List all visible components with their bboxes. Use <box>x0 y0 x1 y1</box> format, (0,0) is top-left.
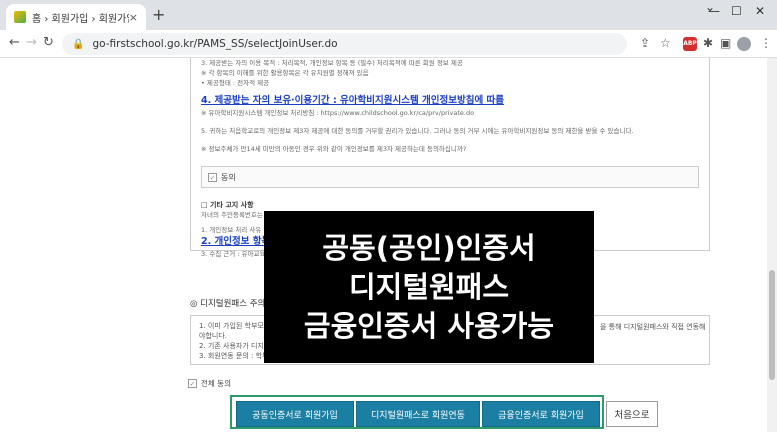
new-tab-button[interactable]: + <box>152 5 165 24</box>
all-agree-row[interactable]: ✓ 전체 동의 <box>188 378 231 389</box>
overlay-line: 공동(공인)인증서 <box>322 230 536 265</box>
section4-title: 4. 제공받는 자의 보유·이용기간 : 유아학비지원시스템 개인정보방침에 따… <box>201 95 504 106</box>
promo-overlay: 공동(공인)인증서 디지털원패스 금융인증서 사용가능 <box>264 211 594 363</box>
bookmark-star-icon[interactable]: ☆ <box>660 36 671 50</box>
close-window-button[interactable]: ✕ <box>755 4 765 18</box>
browser-tab[interactable]: 홈 › 회원가입 › 회원가입 × <box>6 4 146 30</box>
side-panel-icon[interactable]: ▣ <box>720 36 731 50</box>
agree-checkbox[interactable]: ✓ <box>208 172 217 182</box>
privacy-policy-link[interactable]: ※ 유아학비지원시스템 개인정보 처리방침 : https://www.chil… <box>201 108 699 118</box>
consent-text-line: • 제공형태 : 전자적 제공 <box>201 79 270 87</box>
all-agree-label: 전체 동의 <box>201 379 231 388</box>
profile-avatar[interactable] <box>737 37 751 51</box>
site-favicon-icon <box>14 11 26 23</box>
maximize-button[interactable]: ☐ <box>731 4 742 18</box>
third-party-consent-box[interactable]: ✓ 동의 <box>201 166 699 188</box>
back-icon[interactable]: ← <box>9 35 20 50</box>
tab-title: 홈 › 회원가입 › 회원가입 <box>32 13 129 25</box>
minimize-button[interactable]: — <box>708 4 720 18</box>
url-text: go-firstschool.go.kr/PAMS_SS/selectJoinU… <box>92 38 338 50</box>
overlay-line: 금융인증서 사용가능 <box>303 308 555 343</box>
address-bar[interactable]: 🔒 go-firstschool.go.kr/PAMS_SS/selectJoi… <box>62 33 627 55</box>
lock-icon: 🔒 <box>72 38 85 50</box>
adblock-extension-icon[interactable]: ABP <box>683 37 697 51</box>
overlay-line: 디지털원패스 <box>348 269 510 304</box>
consent-text-line: ※ 각 항목의 이해를 위한 활용항목은 각 유치원별 정해져 있음 <box>201 69 369 77</box>
finance-cert-join-button[interactable]: 금융인증서로 회원가입 <box>482 401 600 427</box>
consent-text-line: 3. 제공받는 자의 이용 목적 : 처리목적, 개인정보 항목 등 (필수) … <box>201 59 463 67</box>
agree-label: 동의 <box>221 172 236 182</box>
share-icon[interactable]: ⇪ <box>640 36 650 50</box>
other-notice-title: □ 기타 고지 사항 <box>201 201 254 209</box>
age-consent-text: ※ 정보주체가 만14세 미만의 아동인 경우 위와 같이 개인정보를 제3자 … <box>201 145 467 153</box>
digital-pass-line: 을 통해 디지털원패스와 직접 연동해 <box>600 323 706 331</box>
scrollbar-thumb[interactable] <box>769 270 775 380</box>
browser-tab-strip: 홈 › 회원가입 › 회원가입 × + ⌄ — ☐ ✕ <box>0 0 777 30</box>
browser-menu-icon[interactable]: ⋮ <box>760 36 772 50</box>
reload-icon[interactable]: ↻ <box>43 35 54 50</box>
digital-pass-link-button[interactable]: 디지털원패스로 회원연동 <box>356 401 480 427</box>
browser-toolbar: ← → ↻ 🔒 go-firstschool.go.kr/PAMS_SS/sel… <box>0 30 777 58</box>
forward-icon[interactable]: → <box>26 35 37 50</box>
extensions-puzzle-icon[interactable]: ✱ <box>703 36 713 50</box>
tab-close-icon[interactable]: × <box>129 11 138 24</box>
refusal-right-text: 5. 귀하는 처음학교로의 개인정보 제3자 제공에 대한 동의를 거부할 권리… <box>201 127 634 135</box>
start-over-button[interactable]: 처음으로 <box>606 401 658 427</box>
cert-join-button[interactable]: 공동인증서로 회원가입 <box>236 401 354 427</box>
all-agree-checkbox[interactable]: ✓ <box>188 379 197 388</box>
